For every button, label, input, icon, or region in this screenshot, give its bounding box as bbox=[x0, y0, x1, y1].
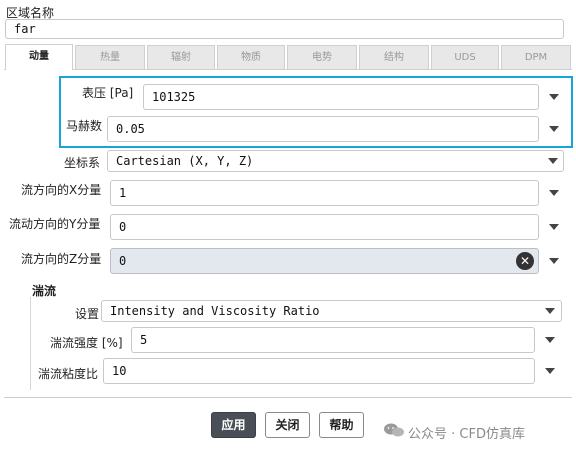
x-direction-input[interactable]: 1 bbox=[110, 180, 539, 206]
y-direction-input[interactable]: 0 bbox=[110, 214, 539, 240]
z-direction-label: 流方向的Z分量 bbox=[21, 252, 102, 266]
mach-number-input[interactable]: 0.05 bbox=[107, 116, 539, 142]
tab-momentum[interactable]: 动量 bbox=[5, 44, 73, 70]
tab-uds[interactable]: UDS bbox=[431, 45, 499, 69]
watermark-text: 公众号 · CFD仿真库 bbox=[408, 427, 525, 442]
x-direction-dropdown-arrow-icon[interactable] bbox=[549, 190, 559, 196]
clear-icon[interactable]: ✕ bbox=[516, 252, 534, 270]
tab-potential[interactable]: 电势 bbox=[287, 45, 357, 69]
mach-number-label: 马赫数 bbox=[66, 119, 103, 133]
tab-thermal[interactable]: 热量 bbox=[75, 45, 145, 69]
footer-divider bbox=[4, 397, 572, 398]
z-direction-dropdown-arrow-icon[interactable] bbox=[549, 258, 559, 264]
pressure-dropdown-arrow-icon[interactable] bbox=[549, 94, 559, 100]
wechat-icon bbox=[383, 422, 405, 438]
turbulence-method-chevron-icon bbox=[545, 308, 555, 314]
tab-dpm[interactable]: DPM bbox=[501, 45, 571, 69]
tab-structure[interactable]: 结构 bbox=[359, 45, 429, 69]
gauge-pressure-input[interactable]: 101325 bbox=[143, 84, 539, 110]
tab-bar-divider bbox=[4, 69, 572, 70]
turbulence-section-title: 湍流 bbox=[32, 284, 57, 298]
coordinate-system-select[interactable]: Cartesian (X, Y, Z) bbox=[107, 150, 564, 172]
tab-radiation[interactable]: 辐射 bbox=[147, 45, 215, 69]
y-direction-dropdown-arrow-icon[interactable] bbox=[549, 224, 559, 230]
z-direction-input[interactable]: 0 bbox=[110, 248, 539, 274]
mach-dropdown-arrow-icon[interactable] bbox=[549, 126, 559, 132]
y-direction-label: 流动方向的Y分量 bbox=[9, 217, 101, 231]
turbulent-intensity-input[interactable]: 5 bbox=[131, 327, 535, 353]
intensity-dropdown-arrow-icon[interactable] bbox=[545, 337, 555, 343]
turbulence-method-label: 设置 bbox=[75, 307, 100, 321]
gauge-pressure-label: 表压 [Pa] bbox=[82, 86, 134, 100]
close-button[interactable]: 关闭 bbox=[265, 412, 310, 438]
turbulence-method-select[interactable]: Intensity and Viscosity Ratio bbox=[101, 300, 562, 322]
viscosity-ratio-dropdown-arrow-icon[interactable] bbox=[545, 368, 555, 374]
apply-button[interactable]: 应用 bbox=[211, 412, 256, 438]
tab-species[interactable]: 物质 bbox=[217, 45, 285, 69]
turbulent-intensity-label: 湍流强度 [%] bbox=[50, 336, 123, 350]
turbulence-group-line bbox=[30, 297, 31, 390]
viscosity-ratio-label: 湍流粘度比 bbox=[38, 367, 99, 381]
coordinate-system-label: 坐标系 bbox=[64, 156, 101, 170]
viscosity-ratio-input[interactable]: 10 bbox=[103, 358, 535, 384]
x-direction-label: 流方向的X分量 bbox=[21, 183, 102, 197]
zone-name-input[interactable]: far bbox=[5, 19, 564, 39]
coordinate-system-chevron-icon bbox=[548, 158, 558, 164]
help-button[interactable]: 帮助 bbox=[319, 412, 364, 438]
